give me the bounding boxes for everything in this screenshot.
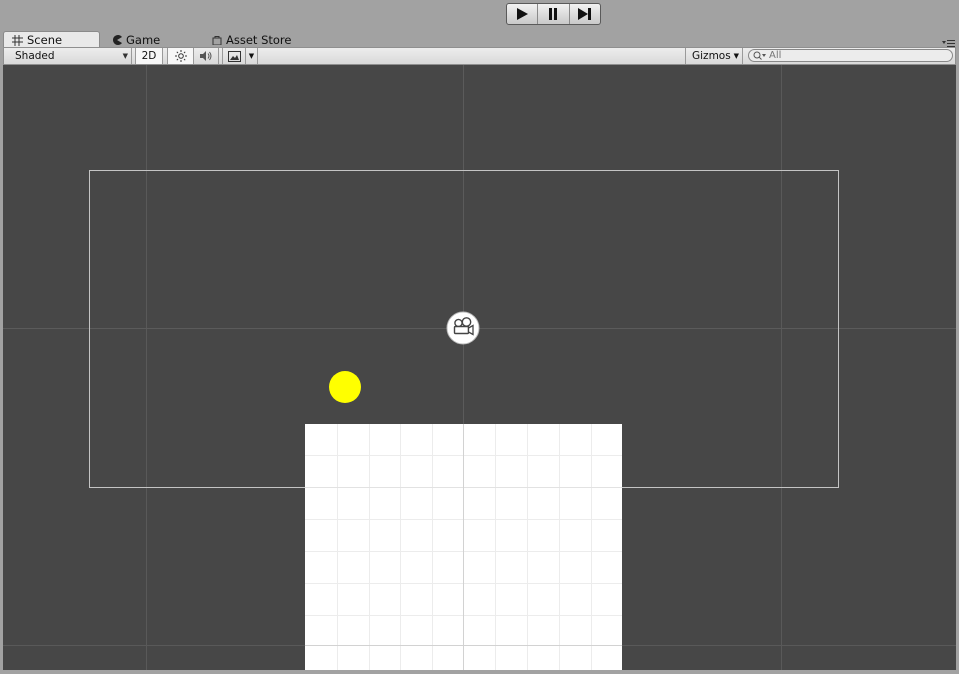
pause-icon [549, 8, 558, 20]
tab-game[interactable]: Game [112, 31, 160, 48]
grid-icon [12, 34, 23, 46]
step-icon [577, 8, 591, 20]
tab-scene[interactable]: Scene [3, 31, 100, 48]
gizmos-dropdown[interactable]: Gizmos ▼ [685, 48, 743, 64]
tab-asset-store-label: Asset Store [226, 32, 292, 47]
yellow-ball[interactable] [329, 371, 361, 403]
tab-game-label: Game [126, 32, 161, 47]
search-input[interactable] [769, 50, 949, 61]
audio-toggle-button[interactable] [194, 48, 219, 64]
menu-icon [942, 40, 955, 47]
play-controls [506, 3, 601, 25]
scene-view[interactable] [3, 65, 956, 670]
camera-icon[interactable] [446, 311, 480, 345]
effects-toggle-button[interactable] [222, 48, 246, 64]
2d-toggle-label: 2D [141, 50, 157, 62]
pause-button[interactable] [538, 4, 570, 24]
pacman-icon [113, 34, 122, 45]
play-button[interactable] [507, 4, 539, 24]
tab-asset-store[interactable]: Asset Store [212, 31, 292, 48]
tab-scene-label: Scene [27, 33, 63, 47]
gizmos-label: Gizmos [692, 50, 731, 62]
shading-mode-dropdown[interactable]: Shaded ▼ [7, 48, 132, 64]
sun-icon [174, 50, 187, 62]
white-platform[interactable] [305, 424, 622, 670]
speaker-icon [200, 51, 212, 61]
image-icon [227, 50, 241, 62]
dropdown-arrow-icon: ▼ [122, 52, 128, 60]
step-button[interactable] [570, 4, 600, 24]
effects-dropdown-button[interactable]: ▼ [246, 48, 258, 64]
dropdown-arrow-icon: ▼ [248, 52, 255, 60]
lighting-toggle-button[interactable] [167, 48, 194, 64]
dropdown-arrow-icon: ▼ [733, 52, 739, 60]
scene-toolbar: Shaded ▼ 2D ▼ Gizmos ▼ [3, 47, 956, 65]
shopping-bag-icon [212, 35, 222, 45]
search-icon [753, 51, 766, 60]
play-icon [517, 8, 529, 20]
2d-toggle-button[interactable]: 2D [135, 48, 163, 64]
shading-mode-value: Shaded [15, 50, 55, 62]
hierarchy-search[interactable] [748, 49, 953, 62]
window-bottom-border [0, 670, 959, 674]
